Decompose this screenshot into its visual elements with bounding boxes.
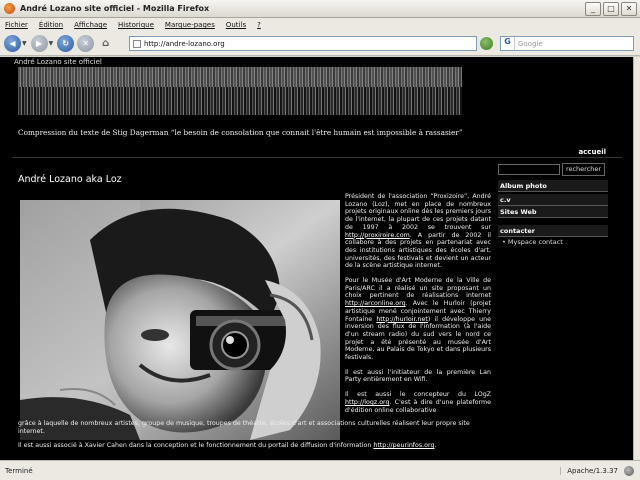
- sidebar-item-contacter[interactable]: contacter: [498, 225, 608, 237]
- close-button[interactable]: ✕: [621, 2, 637, 16]
- window-titlebar: André Lozano site officiel - Mozilla Fir…: [0, 0, 640, 18]
- page-title: André Lozano aka Loz: [18, 174, 122, 185]
- sidebar-search-button[interactable]: rechercher: [562, 163, 605, 176]
- url-bar[interactable]: http://andre-lozano.org: [129, 36, 477, 51]
- search-box[interactable]: G Google: [500, 36, 634, 51]
- menu-edition[interactable]: Édition: [39, 21, 63, 29]
- status-bar: Terminé Apache/1.3.37: [0, 460, 640, 480]
- home-button[interactable]: ⌂: [97, 35, 115, 52]
- navigation-toolbar: ◀ ▼ ▶ ▼ ↻ ✕ ⌂ http://andre-lozano.org G …: [0, 32, 640, 56]
- portrait-photo: [20, 200, 340, 440]
- link-logz[interactable]: http://logz.org: [345, 399, 390, 406]
- google-engine-icon[interactable]: G: [501, 37, 515, 50]
- back-button[interactable]: ◀: [4, 35, 21, 52]
- divider: [12, 157, 622, 158]
- page-favicon-icon: [133, 39, 141, 48]
- menu-fichier[interactable]: Fichier: [5, 21, 28, 29]
- maximize-button[interactable]: □: [603, 2, 619, 16]
- bio-text-2: Pour le Musée d'Art Moderne de la Ville …: [345, 277, 491, 300]
- firefox-icon: [4, 3, 15, 14]
- tagline: Compression du texte de Stig Dagerman “l…: [18, 128, 463, 137]
- forward-button[interactable]: ▶: [30, 35, 48, 52]
- stop-button[interactable]: ✕: [77, 35, 95, 52]
- full-width-text: grâce à laquelle de nombreux artistes, g…: [18, 420, 488, 457]
- full-text-1: grâce à laquelle de nombreux artistes, g…: [18, 420, 470, 435]
- bio-text-3: Il est aussi l'initiateur de la première…: [345, 368, 491, 384]
- minimize-button[interactable]: _: [585, 2, 601, 16]
- full-text-2: Il est aussi associé à Xavier Cahen dans…: [18, 442, 374, 450]
- sidebar-link-label: Myspace contact: [507, 238, 563, 246]
- reload-button[interactable]: ↻: [57, 35, 75, 52]
- bio-text-2c: ) il développe une inversion des flux de…: [345, 315, 491, 362]
- menu-bar: Fichier Édition Affichage Historique Mar…: [0, 18, 640, 32]
- status-indicator-icon: [624, 465, 634, 476]
- sidebar-search-input[interactable]: [498, 164, 560, 175]
- sidebar-item-sites-web[interactable]: Sites Web: [498, 206, 608, 218]
- search-placeholder: Google: [518, 39, 543, 48]
- status-text: Terminé: [5, 466, 33, 475]
- menu-help[interactable]: ?: [257, 21, 261, 29]
- bio-text: Président de l'association “Proxizoire”,…: [345, 193, 491, 421]
- site-name: André Lozano site officiel: [14, 58, 102, 66]
- home-link[interactable]: accueil: [578, 148, 606, 156]
- menu-outils[interactable]: Outils: [226, 21, 246, 29]
- menu-historique[interactable]: Historique: [118, 21, 154, 29]
- bio-text-1: Président de l'association “Proxizoire”,…: [345, 193, 491, 231]
- link-hurloir[interactable]: http://hurloir.net: [376, 316, 428, 323]
- window-title: André Lozano site officiel - Mozilla Fir…: [20, 4, 210, 13]
- header-banner-image: [18, 67, 462, 87]
- header-banner-image-lower: [18, 87, 462, 115]
- server-info: Apache/1.3.37: [560, 466, 624, 475]
- link-peurinfos[interactable]: http://peurinfos.org: [373, 442, 434, 449]
- page-content: André Lozano site officiel Compression d…: [0, 57, 633, 460]
- vertical-scrollbar[interactable]: [633, 57, 640, 460]
- link-arconline[interactable]: http://arconline.org: [345, 300, 406, 307]
- url-text: http://andre-lozano.org: [144, 39, 225, 48]
- back-dropdown-icon[interactable]: ▼: [22, 40, 27, 47]
- go-button[interactable]: [480, 37, 493, 50]
- menu-marque-pages[interactable]: Marque-pages: [165, 21, 215, 29]
- sidebar-link-myspace[interactable]: • Myspace contact: [502, 238, 563, 246]
- bio-text-4: Il est aussi le concepteur du LOgZ: [345, 391, 491, 399]
- menu-affichage[interactable]: Affichage: [74, 21, 107, 29]
- sidebar-item-cv[interactable]: c.v: [498, 194, 608, 206]
- link-proxiroire[interactable]: http://proxiroire.com: [345, 232, 410, 239]
- full-text-2b: .: [434, 442, 437, 450]
- forward-dropdown-icon[interactable]: ▼: [49, 40, 54, 47]
- sidebar-item-album-photo[interactable]: Album photo: [498, 180, 608, 192]
